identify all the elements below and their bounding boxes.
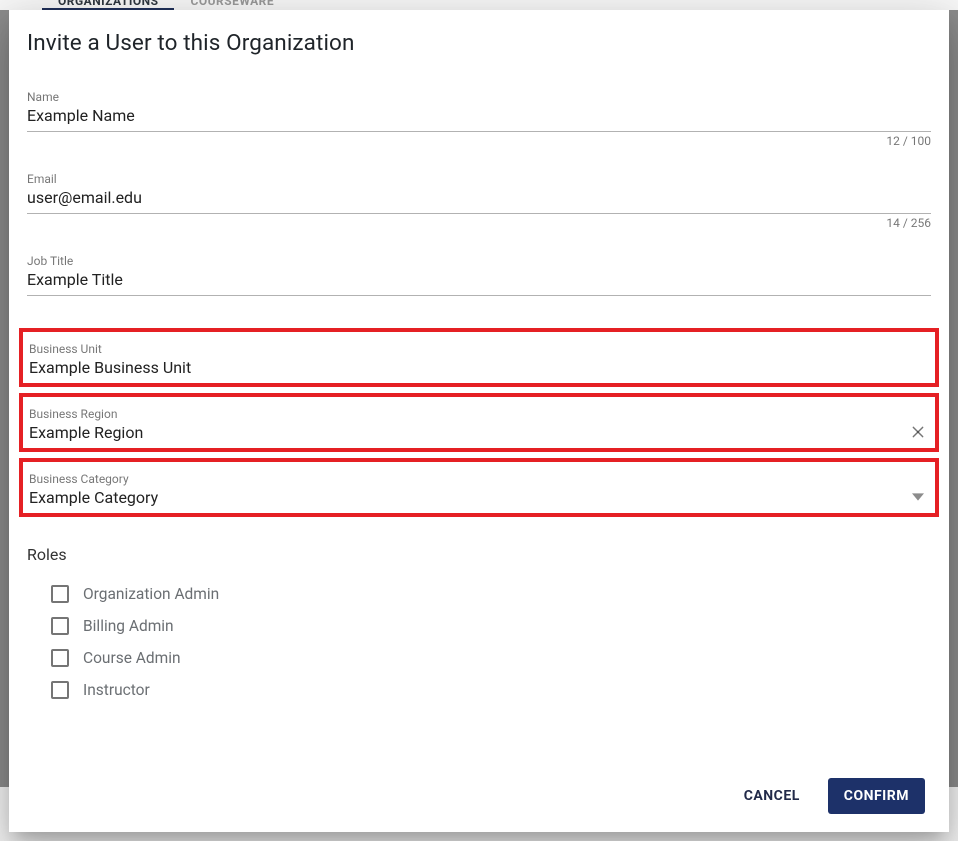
- business-region-label: Business Region: [29, 407, 117, 421]
- roles-list: Organization Admin Billing Admin Course …: [51, 578, 931, 706]
- checkbox-icon[interactable]: [51, 585, 69, 603]
- business-category-field: Business Category: [29, 468, 929, 509]
- job-title-input[interactable]: [27, 266, 931, 296]
- role-label: Instructor: [83, 681, 150, 699]
- business-unit-field: Business Unit: [29, 338, 929, 379]
- job-title-label: Job Title: [27, 254, 73, 268]
- roles-title: Roles: [27, 545, 931, 564]
- business-category-input[interactable]: [29, 484, 907, 509]
- modal-header: Invite a User to this Organization: [9, 10, 949, 66]
- name-label: Name: [27, 90, 59, 104]
- modal-body: Name 12 / 100 Email 14 / 256 Job Title B…: [9, 66, 949, 764]
- role-label: Organization Admin: [83, 585, 219, 603]
- business-unit-highlight: Business Unit: [19, 328, 939, 387]
- confirm-button[interactable]: CONFIRM: [828, 778, 925, 814]
- role-course-admin[interactable]: Course Admin: [51, 642, 931, 674]
- business-region-field: Business Region: [29, 403, 929, 444]
- role-instructor[interactable]: Instructor: [51, 674, 931, 706]
- checkbox-icon[interactable]: [51, 617, 69, 635]
- chevron-down-icon[interactable]: [907, 486, 929, 508]
- email-label: Email: [27, 172, 57, 186]
- tab-courseware[interactable]: COURSEWARE: [174, 0, 290, 10]
- email-field: Email: [27, 162, 931, 214]
- role-label: Billing Admin: [83, 617, 174, 635]
- background-top: ORGANIZATIONS COURSEWARE: [0, 0, 958, 10]
- email-input[interactable]: [27, 184, 931, 214]
- business-unit-input[interactable]: [29, 354, 929, 379]
- email-counter: 14 / 256: [27, 216, 931, 230]
- checkbox-icon[interactable]: [51, 681, 69, 699]
- business-category-highlight: Business Category: [19, 458, 939, 517]
- background-tabs: ORGANIZATIONS COURSEWARE: [42, 0, 290, 10]
- modal-actions: CANCEL CONFIRM: [9, 764, 949, 832]
- name-counter: 12 / 100: [27, 134, 931, 148]
- job-title-field: Job Title: [27, 244, 931, 296]
- business-unit-label: Business Unit: [29, 342, 102, 356]
- business-category-label: Business Category: [29, 472, 129, 486]
- invite-user-modal: Invite a User to this Organization Name …: [9, 10, 949, 832]
- modal-title: Invite a User to this Organization: [27, 30, 931, 56]
- business-region-input[interactable]: [29, 419, 907, 444]
- checkbox-icon[interactable]: [51, 649, 69, 667]
- business-region-highlight: Business Region: [19, 393, 939, 452]
- role-organization-admin[interactable]: Organization Admin: [51, 578, 931, 610]
- close-icon[interactable]: [907, 421, 929, 443]
- role-label: Course Admin: [83, 649, 181, 667]
- name-field: Name: [27, 80, 931, 132]
- role-billing-admin[interactable]: Billing Admin: [51, 610, 931, 642]
- name-input[interactable]: [27, 102, 931, 132]
- cancel-button[interactable]: CANCEL: [728, 778, 816, 814]
- tab-organizations[interactable]: ORGANIZATIONS: [42, 0, 174, 10]
